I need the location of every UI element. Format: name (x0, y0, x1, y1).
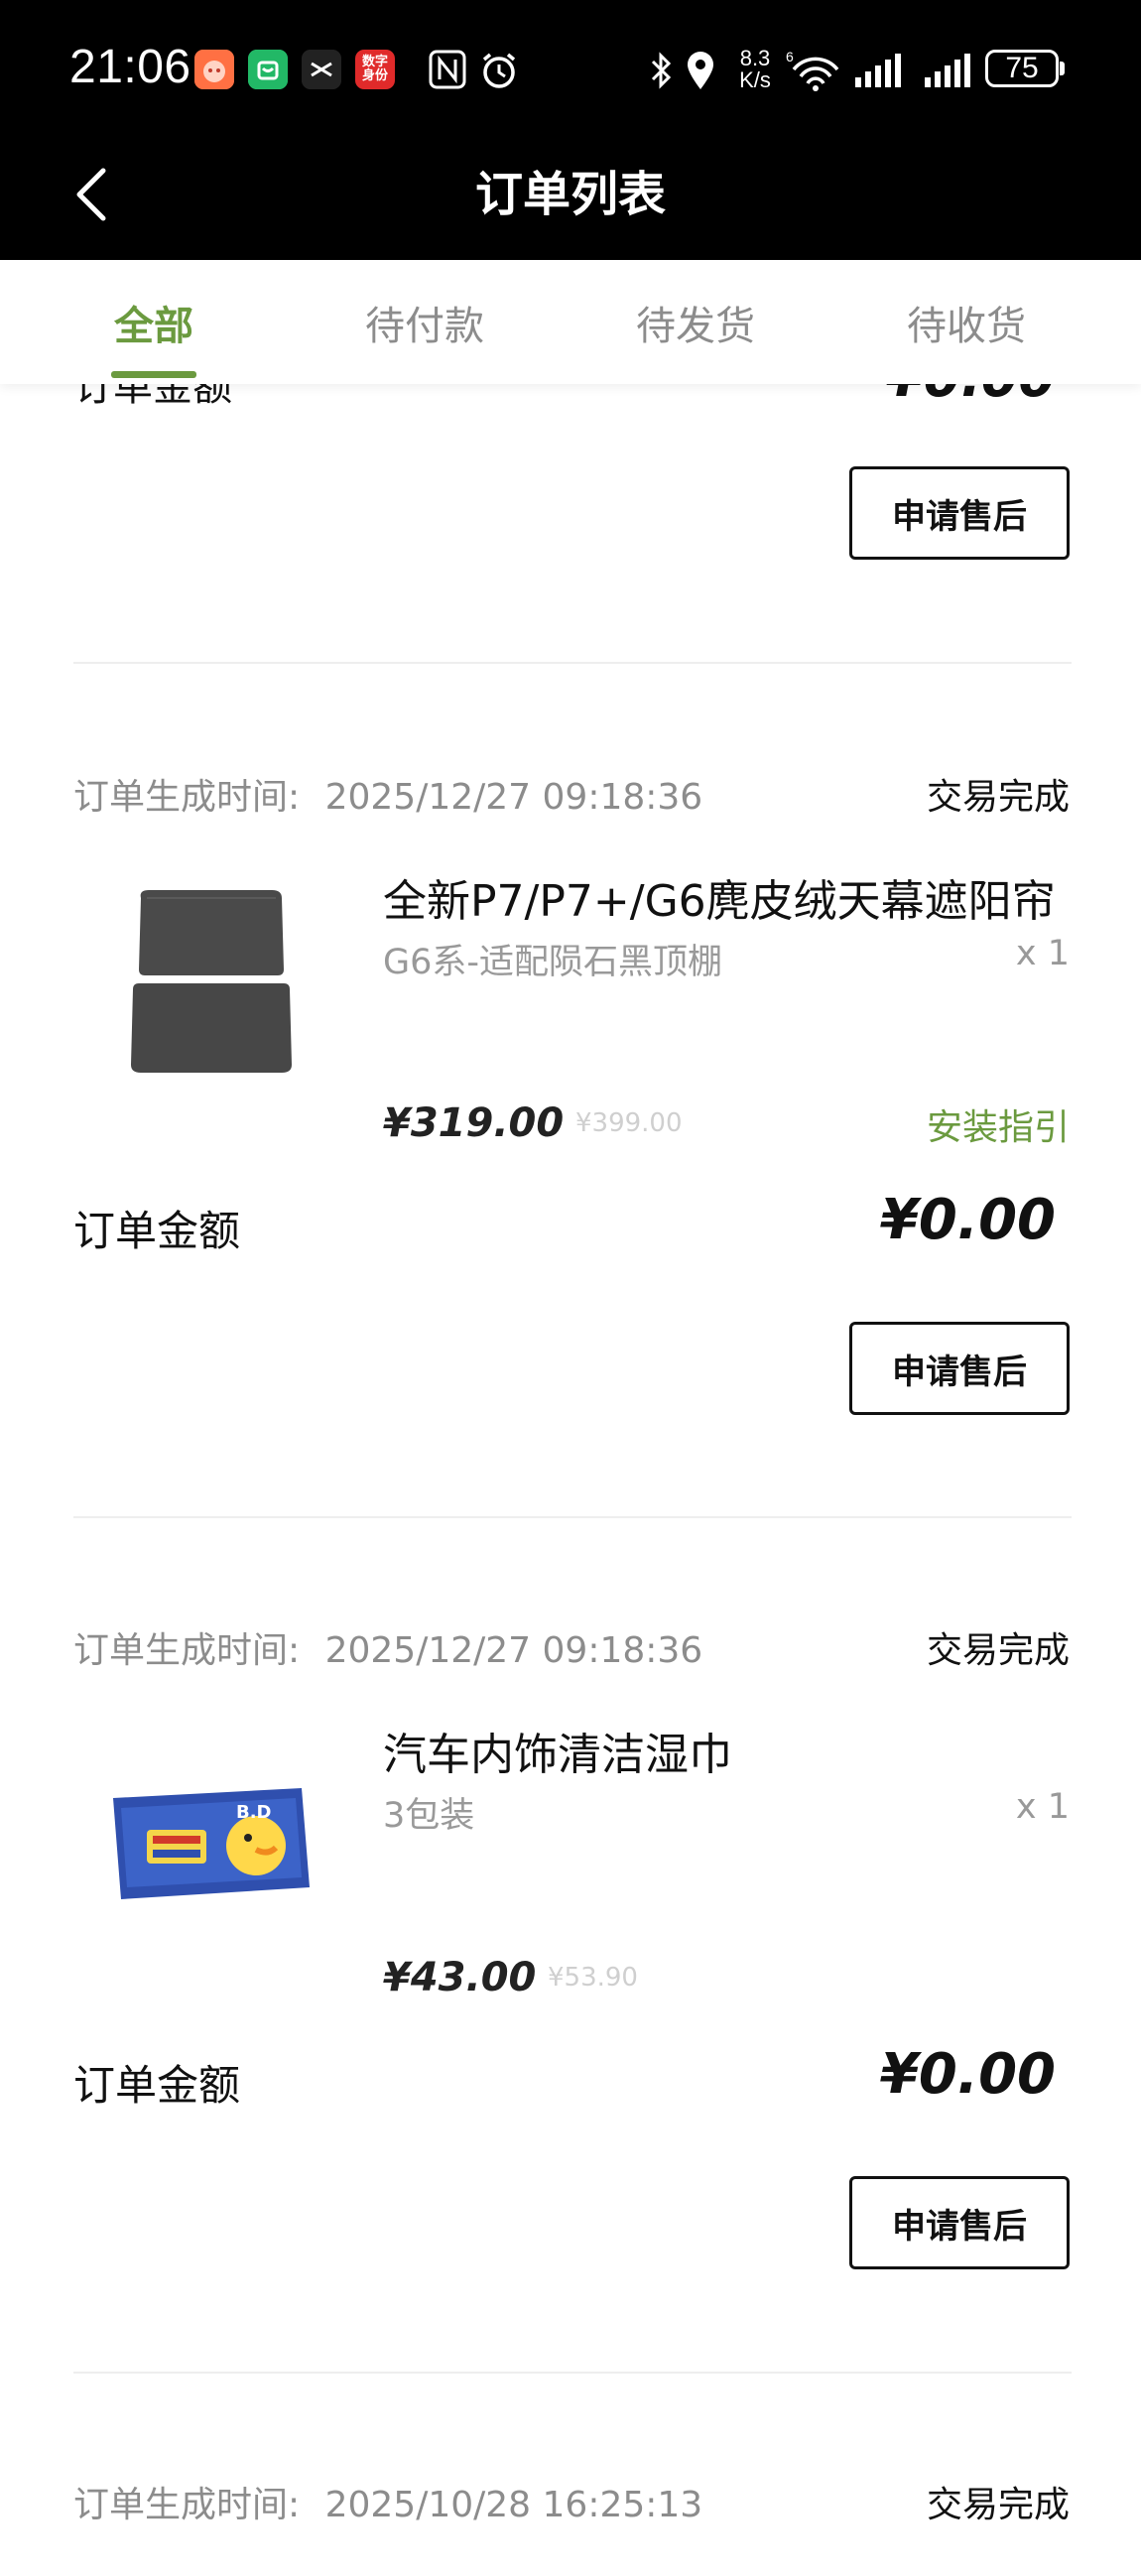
digital-identity-label: 数字身份 (361, 55, 388, 83)
network-speed-unit: K/s (739, 67, 771, 92)
top-bar: 21:06 数字身份 8.3 K/s 6 75 订单列表 (0, 0, 1141, 260)
order-time-value: 2025/12/27 09:18:36 (324, 1630, 703, 1671)
order-time: 订单生成时间: 2025/10/28 16:25:13 (73, 2476, 702, 2527)
order-divider (73, 2372, 1072, 2374)
wet-wipes-product-image: B.D (113, 1788, 310, 1899)
notification-bag-icon (248, 50, 288, 89)
tab-pending-receipt[interactable]: 待收货 (867, 294, 1066, 351)
product-name[interactable]: 全新P7/P7+/G6麂皮绒天幕遮阳帘 (383, 865, 1078, 929)
order-list[interactable]: 订单金额 ¥0.00 申请售后 订单生成时间: 2025/12/27 09:18… (0, 384, 1141, 2576)
status-time: 21:06 (69, 41, 191, 93)
order-time: 订单生成时间: 2025/12/27 09:18:36 (73, 1621, 702, 1673)
order-divider (73, 1516, 1072, 1518)
order-amount-label: 订单金额 (73, 2061, 241, 2110)
order-amount-value: ¥0.00 (879, 2042, 1056, 2107)
signal-icon-sim1 (853, 52, 903, 93)
order-status: 交易完成 (926, 2485, 1070, 2525)
product-variant: G6系-适配陨石黑顶棚 (383, 943, 723, 982)
tab-active-indicator (111, 371, 196, 378)
order-time: 订单生成时间: 2025/12/27 09:18:36 (73, 768, 702, 820)
order-tabs: 全部 待付款 待发货 待收货 (0, 260, 1141, 384)
svg-text:B.D: B.D (236, 1802, 272, 1823)
product-price: ¥319.00 (383, 1100, 565, 1146)
network-speed-value: 8.3 (739, 46, 771, 70)
wifi-icon: 6 (786, 48, 841, 95)
order-time-prefix: 订单生成时间: (73, 1630, 301, 1671)
order-amount-value: ¥0.00 (886, 384, 1056, 409)
svg-text:6: 6 (786, 49, 794, 64)
order-time-value: 2025/10/28 16:25:13 (324, 2485, 703, 2525)
order-time-value: 2025/12/27 09:18:36 (324, 777, 703, 818)
tab-pending-payment[interactable]: 待付款 (325, 294, 524, 351)
after-sale-button[interactable]: 申请售后 (849, 466, 1070, 560)
order-divider (73, 662, 1072, 664)
order-status: 交易完成 (926, 1630, 1070, 1671)
order-time-prefix: 订单生成时间: (73, 777, 301, 818)
bluetooth-icon (647, 50, 675, 95)
product-quantity: x 1 (1015, 1787, 1070, 1827)
order-time-prefix: 订单生成时间: (73, 2485, 301, 2525)
battery-level: 75 (1005, 52, 1039, 84)
notification-scissors-icon (302, 50, 341, 89)
alarm-icon (478, 50, 520, 95)
page-title: 订单列表 (474, 167, 666, 222)
digital-identity-app-icon: 数字身份 (355, 50, 395, 89)
order-amount-label: 订单金额 (73, 1207, 241, 1255)
product-quantity: x 1 (1015, 934, 1070, 973)
product-price: ¥43.00 (383, 1955, 537, 2000)
sunshade-product-image (131, 890, 292, 1073)
signal-icon-sim2 (923, 52, 972, 93)
tab-all[interactable]: 全部 (55, 294, 253, 351)
product-variant: 3包装 (383, 1796, 475, 1836)
battery-tip (1060, 62, 1065, 75)
location-icon (685, 50, 716, 95)
nfc-icon (429, 50, 466, 93)
tab-pending-shipment[interactable]: 待发货 (596, 294, 795, 351)
network-speed: 8.3 K/s (729, 48, 781, 91)
after-sale-button[interactable]: 申请售后 (849, 2176, 1070, 2269)
product-image[interactable]: B.D (107, 1739, 316, 1947)
order-status: 交易完成 (926, 777, 1070, 818)
order-amount-value: ¥0.00 (879, 1188, 1056, 1252)
product-name[interactable]: 汽车内饰清洁湿巾 (383, 1719, 1078, 1782)
order-amount-label: 订单金额 (73, 384, 232, 410)
battery-indicator: 75 (985, 50, 1059, 87)
notification-pig-icon (194, 50, 234, 89)
product-image[interactable] (107, 880, 316, 1089)
install-guide-link[interactable]: 安装指引 (927, 1098, 1070, 1150)
product-original-price: ¥53.90 (548, 1963, 638, 1993)
product-original-price: ¥399.00 (575, 1108, 683, 1138)
after-sale-button[interactable]: 申请售后 (849, 1322, 1070, 1415)
